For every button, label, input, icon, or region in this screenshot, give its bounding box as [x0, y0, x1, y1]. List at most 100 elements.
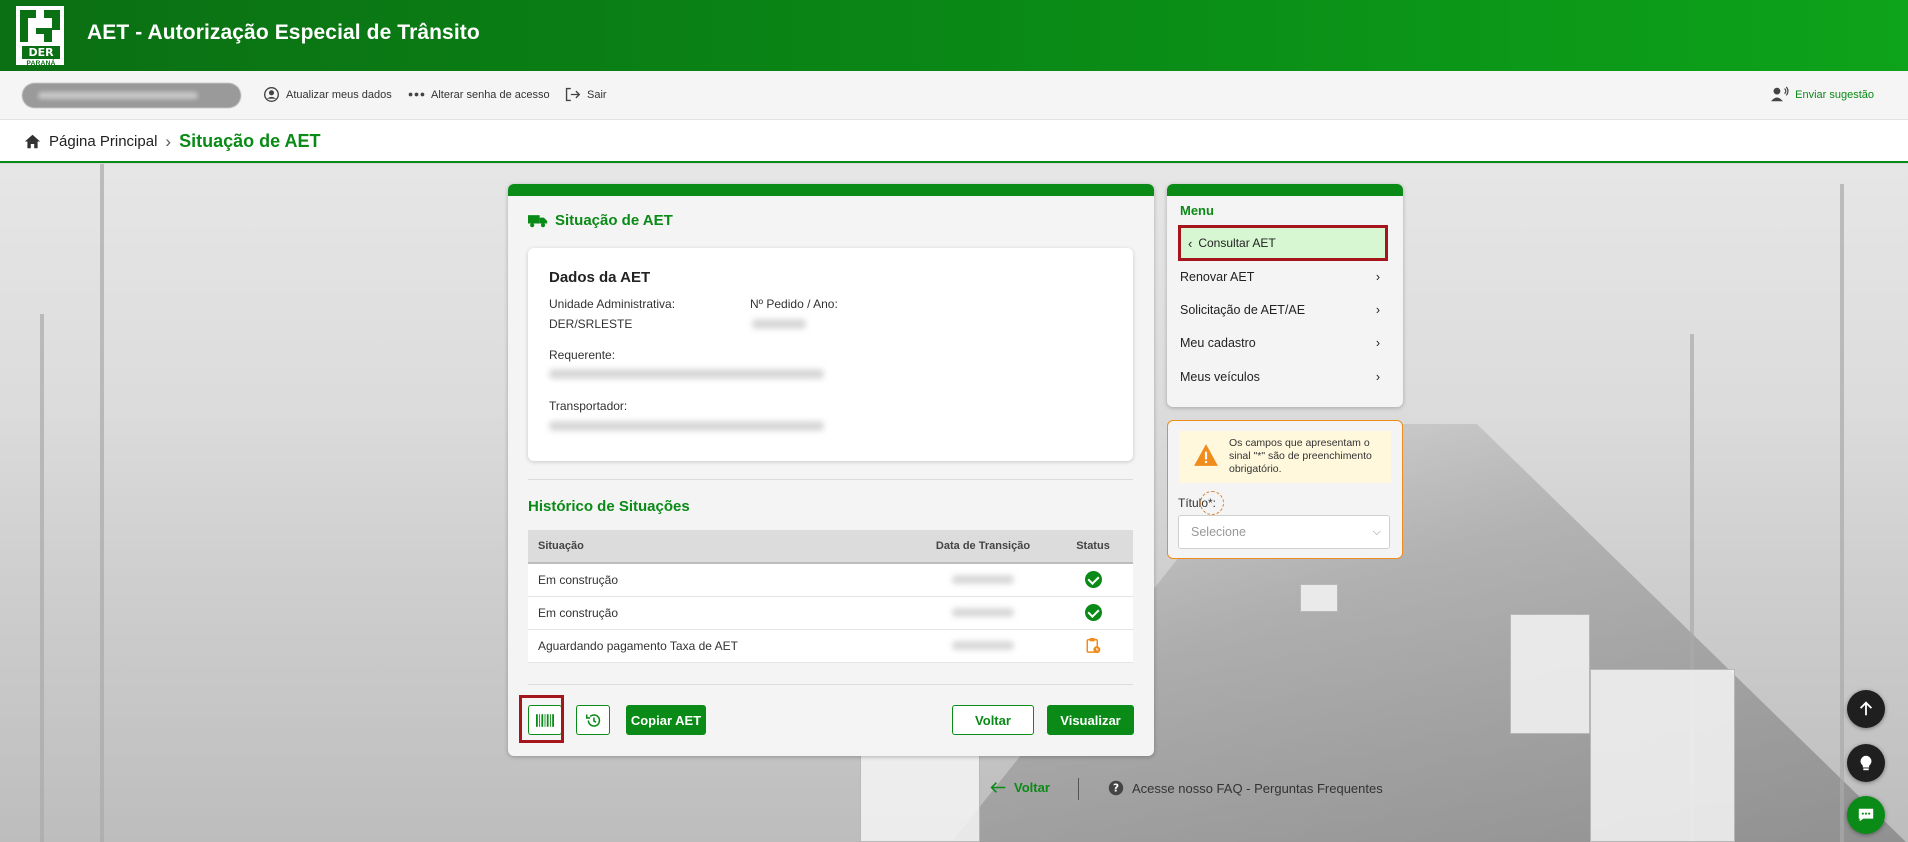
menu-item-label: Meu cadastro [1180, 336, 1256, 350]
titulo-select[interactable]: Selecione ⌵ [1178, 515, 1390, 549]
change-password-label: Alterar senha de acesso [431, 88, 550, 101]
send-suggestion-label: Enviar sugestão [1795, 88, 1874, 101]
logo-der-text: DER [22, 46, 60, 59]
scroll-top-button[interactable] [1847, 690, 1885, 728]
copy-aet-button[interactable]: Copiar AET [626, 705, 706, 735]
pedido-value-redacted [752, 319, 806, 329]
logo-parana-text: PARANÁ [26, 60, 56, 67]
logout-label: Sair [587, 88, 607, 101]
transportador-label: Transportador: [549, 399, 628, 413]
question-circle-icon: ? [1108, 780, 1124, 796]
history-table: Situação Data de Transição Status Em con… [528, 530, 1133, 663]
lightbulb-icon [1860, 755, 1872, 771]
menu-item-meus-veiculos[interactable]: Meus veículos › [1180, 366, 1380, 388]
unidade-label: Unidade Administrativa: [549, 297, 676, 311]
send-suggestion-link[interactable]: Enviar sugestão [1770, 86, 1874, 103]
menu-item-renovar-aet[interactable]: Renovar AET › [1180, 266, 1380, 288]
chevron-right-icon: › [1375, 370, 1380, 384]
footer-back-label: Voltar [1014, 780, 1050, 795]
requerente-value-redacted [549, 369, 824, 379]
history-title: Histórico de Situações [528, 498, 690, 515]
update-data-link[interactable]: Atualizar meus dados [263, 86, 392, 103]
col-status: Status [1053, 530, 1133, 564]
aet-status-card: Situação de AET Dados da AET Unidade Adm… [508, 184, 1154, 756]
chevron-right-icon: › [1375, 270, 1380, 284]
breadcrumb-separator: › [165, 131, 172, 151]
chat-button[interactable] [1847, 796, 1885, 834]
pedido-label: Nº Pedido / Ano: [750, 297, 838, 311]
logout-link[interactable]: Sair [564, 86, 607, 103]
menu-item-meu-cadastro[interactable]: Meu cadastro › [1180, 332, 1380, 354]
user-circle-icon [264, 87, 279, 102]
faq-link[interactable]: ? Acesse nosso FAQ - Perguntas Frequente… [1108, 780, 1383, 796]
footer-back-link[interactable]: Voltar [990, 780, 1050, 795]
col-data-transicao: Data de Transição [913, 530, 1053, 564]
clipboard-clock-icon [1086, 638, 1100, 654]
chat-icon [1858, 808, 1874, 822]
aet-data-panel: Dados da AET Unidade Administrativa: DER… [528, 248, 1133, 461]
chevron-down-icon: ⌵ [1372, 525, 1381, 538]
check-circle-icon [1084, 604, 1102, 621]
chevron-right-icon: › [1375, 303, 1380, 317]
date-redacted [952, 640, 1014, 650]
required-fields-panel: Os campos que apresentam o sinal "*" são… [1167, 420, 1403, 559]
logout-icon [565, 87, 581, 102]
menu-title: Menu [1180, 203, 1214, 218]
history-clock-icon [585, 713, 600, 727]
menu-item-solicitacao[interactable]: Solicitação de AET/AE › [1180, 299, 1380, 321]
table-row: Em construção [528, 563, 1133, 597]
date-redacted [952, 574, 1014, 584]
table-row: Aguardando pagamento Taxa de AET [528, 629, 1133, 663]
view-button[interactable]: Visualizar [1047, 705, 1134, 735]
menu-item-label: Meus veículos [1180, 370, 1260, 384]
date-redacted [952, 607, 1014, 617]
col-situacao: Situação [528, 530, 913, 564]
user-voice-icon [1771, 86, 1789, 102]
breadcrumb-current: Situação de AET [179, 131, 321, 151]
section-divider [528, 479, 1133, 480]
change-password-link[interactable]: Alterar senha de acesso [408, 86, 550, 103]
section-divider [528, 684, 1133, 685]
highlight-box-barcode [519, 695, 564, 743]
breadcrumb-home[interactable]: Página Principal [49, 133, 157, 150]
row-situacao: Em construção [528, 563, 913, 597]
row-situacao: Aguardando pagamento Taxa de AET [528, 629, 913, 663]
aet-data-heading: Dados da AET [549, 269, 651, 286]
table-row: Em construção [528, 596, 1133, 630]
history-button[interactable] [576, 705, 610, 735]
app-title: AET - Autorização Especial de Trânsito [87, 21, 480, 44]
app-header: DER PARANÁ AET - Autorização Especial de… [0, 0, 1908, 71]
truck-icon [528, 214, 548, 227]
focus-ring [1200, 491, 1224, 515]
password-dots-icon [408, 92, 425, 97]
row-situacao: Em construção [528, 596, 913, 630]
menu-item-label: Renovar AET [1180, 270, 1255, 284]
footer-divider [1078, 778, 1079, 800]
side-menu: Menu ‹ Consultar AET Renovar AET › Solic… [1167, 184, 1403, 407]
user-bar: Atualizar meus dados Alterar senha de ac… [0, 71, 1908, 120]
transportador-value-redacted [549, 421, 824, 431]
requerente-label: Requerente: [549, 348, 616, 362]
required-note: Os campos que apresentam o sinal "*" são… [1179, 431, 1391, 483]
arrow-up-icon [1859, 701, 1873, 716]
update-data-label: Atualizar meus dados [286, 88, 392, 101]
page-title-label: Situação de AET [555, 212, 673, 229]
check-circle-icon [1084, 571, 1102, 589]
der-logo[interactable]: DER PARANÁ [14, 4, 66, 67]
unidade-value: DER/SRLESTE [549, 317, 633, 331]
faq-label: Acesse nosso FAQ - Perguntas Frequentes [1132, 780, 1383, 796]
titulo-select-value: Selecione [1191, 525, 1246, 539]
highlight-box-menu [1178, 225, 1388, 261]
breadcrumb: Página Principal › Situação de AET [0, 120, 1908, 163]
svg-text:?: ? [1113, 783, 1119, 795]
arrow-left-icon [990, 782, 1006, 793]
home-icon[interactable] [24, 133, 41, 150]
back-button[interactable]: Voltar [952, 705, 1034, 735]
user-name-pill[interactable] [22, 83, 241, 108]
page-title: Situação de AET [528, 212, 673, 229]
tips-button[interactable] [1847, 744, 1885, 782]
chevron-right-icon: › [1375, 336, 1380, 350]
menu-item-label: Solicitação de AET/AE [1180, 303, 1306, 317]
warning-icon [1194, 444, 1218, 466]
required-note-text: Os campos que apresentam o sinal "*" são… [1229, 437, 1372, 475]
